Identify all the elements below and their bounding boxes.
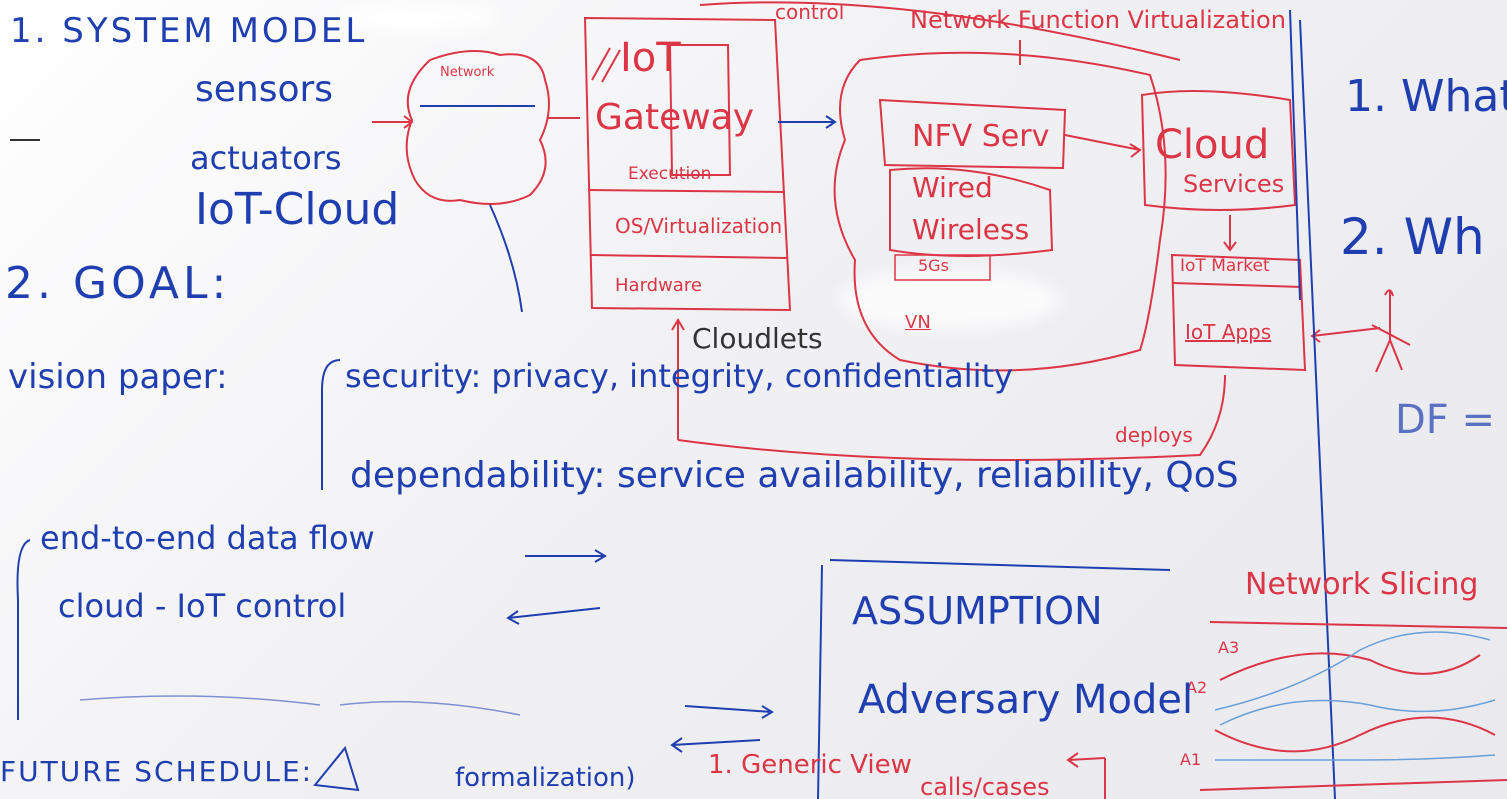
wireless-label: Wireless <box>912 213 1030 246</box>
arrow-right-third <box>684 705 774 719</box>
wired-label: Wired <box>912 171 993 204</box>
a3-label: A3 <box>1218 638 1240 657</box>
a1-label: A1 <box>1180 750 1202 769</box>
wh-text: 2. Wh <box>1340 208 1485 266</box>
arrow-right-dataflow <box>525 549 607 563</box>
whats-text: 1. Whats <box>1345 71 1507 122</box>
services-label: Services <box>1183 170 1285 198</box>
os-virtualization-label: OS/Virtualization <box>615 214 783 238</box>
deploys-label: deploys <box>1115 423 1193 447</box>
formalization-text: formalization) <box>455 763 636 793</box>
hatch-marks <box>591 47 621 83</box>
faint-writing <box>79 695 521 716</box>
slice-curve-a3 <box>1219 652 1481 681</box>
vision-paper-text: vision paper: <box>8 357 228 397</box>
arrow-gateway-to-nfv <box>778 115 837 129</box>
control-label: control <box>775 0 845 24</box>
arrow-left-bottom <box>1066 752 1106 799</box>
end-to-end-text: end-to-end data flow <box>40 519 375 557</box>
slicing-line <box>1209 621 1507 629</box>
system-model-heading: 1. SYSTEM MODEL <box>10 11 368 51</box>
board-divider-line <box>1289 9 1301 301</box>
iot-cloud-text: IoT-Cloud <box>195 184 400 235</box>
arrow-user-to-apps <box>1310 327 1381 343</box>
iot-market-divider <box>1172 282 1303 288</box>
calls-cases-text: calls/cases <box>920 773 1050 799</box>
5g-label: 5Gs <box>918 256 949 275</box>
hardware-label: Hardware <box>615 275 702 296</box>
vn-label: VN <box>905 312 931 333</box>
user-stick-figure <box>1371 289 1411 373</box>
iot-label: IoT <box>620 35 681 81</box>
network-slicing-label: Network Slicing <box>1245 567 1479 602</box>
nfv-serv-label: NFV Serv <box>912 119 1050 154</box>
df-text: DF = { <box>1395 397 1507 443</box>
assumption-text: ASSUMPTION <box>852 589 1103 633</box>
security-brace <box>321 359 341 490</box>
cloudlets-label: Cloudlets <box>692 322 823 355</box>
network-label: Network <box>440 65 495 80</box>
blue-stroke-network <box>489 204 523 313</box>
arrow-nfv-to-cloud <box>1064 134 1142 158</box>
adversary-model-text: Adversary Model <box>858 677 1194 723</box>
sensors-text: sensors <box>195 69 334 110</box>
dependability-text: dependability: service availability, rel… <box>350 455 1239 496</box>
slice-curve-mid <box>1219 699 1496 726</box>
slice-curve-a1b <box>1214 754 1496 761</box>
cloud-label: Cloud <box>1155 122 1270 168</box>
iot-apps-label: IoT Apps <box>1185 320 1272 344</box>
generic-view-text: 1. Generic View <box>708 750 912 780</box>
future-schedule-text: FUTURE SCHEDULE: <box>0 755 314 788</box>
nfv-title: Network Function Virtualization <box>910 6 1286 34</box>
security-text: security: privacy, integrity, confidenti… <box>345 357 1013 395</box>
arrow-left-control <box>506 607 601 625</box>
board-divider-line <box>1299 19 1336 799</box>
arrow-cloud-to-market <box>1223 215 1237 252</box>
execution-label: Execution <box>628 164 712 184</box>
triangle-symbol <box>313 745 360 792</box>
actuators-text: actuators <box>190 139 342 177</box>
goal-heading: 2. GOAL: <box>5 258 231 309</box>
gateway-divider <box>587 189 786 193</box>
slicing-line <box>1199 779 1507 791</box>
iot-market-label: IoT Market <box>1180 256 1270 276</box>
arrow-into-network <box>372 115 414 129</box>
gateway-label: Gateway <box>595 97 755 138</box>
cloud-iot-control-text: cloud - IoT control <box>58 587 347 625</box>
dataflow-brace <box>16 539 31 720</box>
slice-curve-a1 <box>1214 716 1496 753</box>
whiteboard: 1. SYSTEM MODEL sensors actuators IoT-Cl… <box>0 0 1507 799</box>
gateway-divider <box>589 254 788 259</box>
